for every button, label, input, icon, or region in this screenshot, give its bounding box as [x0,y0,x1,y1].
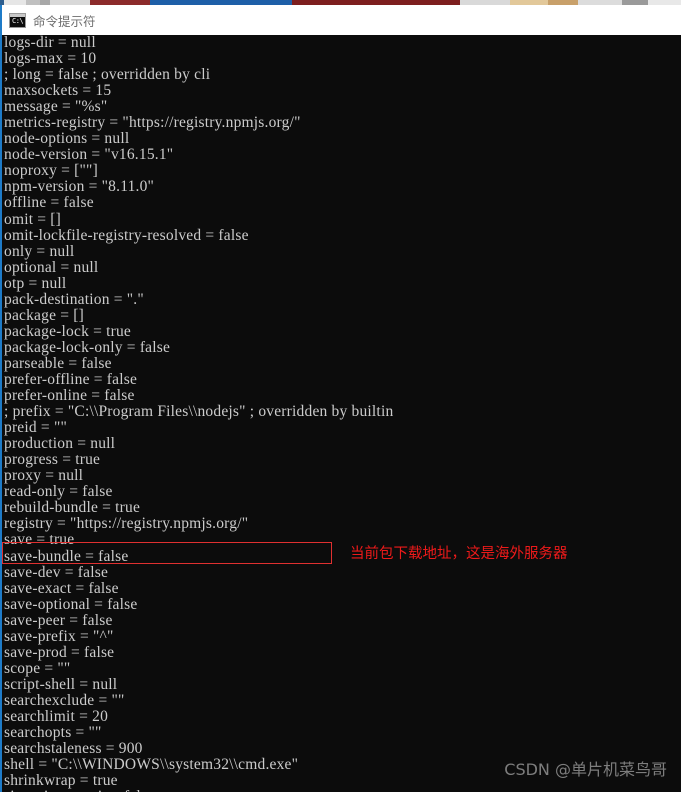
console-line: ; prefix = "C:\\Program Files\\nodejs" ;… [4,403,394,421]
console-line: script-shell = null [4,675,118,693]
console-line: save-bundle = false [4,547,129,565]
annotation-label: 当前包下载地址，这是海外服务器 [350,546,568,562]
console-line: searchlimit = 20 [4,707,109,725]
console-line: rebuild-bundle = true [4,499,141,517]
console-line: message = "%s" [4,98,108,116]
cmd-prompt-icon: C:\ [9,12,26,28]
console-line: noproxy = [""] [4,162,98,180]
console-line: maxsockets = 15 [4,82,112,100]
console-line: logs-max = 10 [4,50,97,68]
console-line: save-dev = false [4,563,109,581]
window-title: 命令提示符 [33,13,96,29]
console-line: searchopts = "" [4,724,102,742]
console-line: package-lock = true [4,322,132,340]
command-prompt-window: C:\ 命令提示符 logs-dir = null logs-max = 10; … [0,5,681,792]
console-line: offline = false [4,194,94,212]
console-line: save = true [4,531,75,549]
console-line: pack-destination = "." [4,290,144,308]
console-line: proxy = null [4,467,84,485]
csdn-watermark: CSDN @单片机菜鸟哥 [504,760,667,779]
console-line: prefer-offline = false [4,370,138,388]
console-text-block: logs-dir = null logs-max = 10; long = fal… [4,35,393,792]
console-line: omit = [] [4,210,62,228]
console-line: save-exact = false [4,579,119,597]
console-line: node-options = null [4,130,130,148]
console-line: logs-dir = null [4,35,96,51]
console-line: ; long = false ; overridden by cli [4,66,211,84]
console-output-area[interactable]: logs-dir = null logs-max = 10; long = fal… [2,35,681,792]
console-line: save-peer = false [4,611,113,629]
console-line: prefer-online = false [4,387,135,405]
console-line: scope = "" [4,659,71,677]
console-line: read-only = false [4,483,113,501]
console-line: searchstaleness = 900 [4,740,143,758]
console-line: npm-version = "8.11.0" [4,178,155,196]
console-line: parseable = false [4,354,112,372]
console-line: shell = "C:\\WINDOWS\\system32\\cmd.exe" [4,756,299,774]
cmd-icon-prompt-text: C:\ [12,16,24,25]
console-line: progress = true [4,451,101,469]
console-line: shrinkwrap = true [4,772,118,790]
console-line: omit-lockfile-registry-resolved = false [4,226,249,244]
console-line: searchexclude = "" [4,691,125,709]
console-line: save-optional = false [4,595,138,613]
console-line: registry = "https://registry.npmjs.org/" [4,515,249,533]
console-line: package-lock-only = false [4,338,171,356]
console-line: production = null [4,435,116,453]
window-titlebar[interactable]: C:\ 命令提示符 [2,5,681,35]
console-line: save-prefix = "^" [4,627,114,645]
console-line: preid = "" [4,419,67,437]
console-line: otp = null [4,274,67,292]
console-line: metrics-registry = "https://registry.npm… [4,114,301,132]
console-line: node-version = "v16.15.1" [4,146,174,164]
console-line: only = null [4,242,75,260]
console-line: optional = null [4,258,99,276]
console-line: package = [] [4,306,84,324]
console-line: save-prod = false [4,643,115,661]
